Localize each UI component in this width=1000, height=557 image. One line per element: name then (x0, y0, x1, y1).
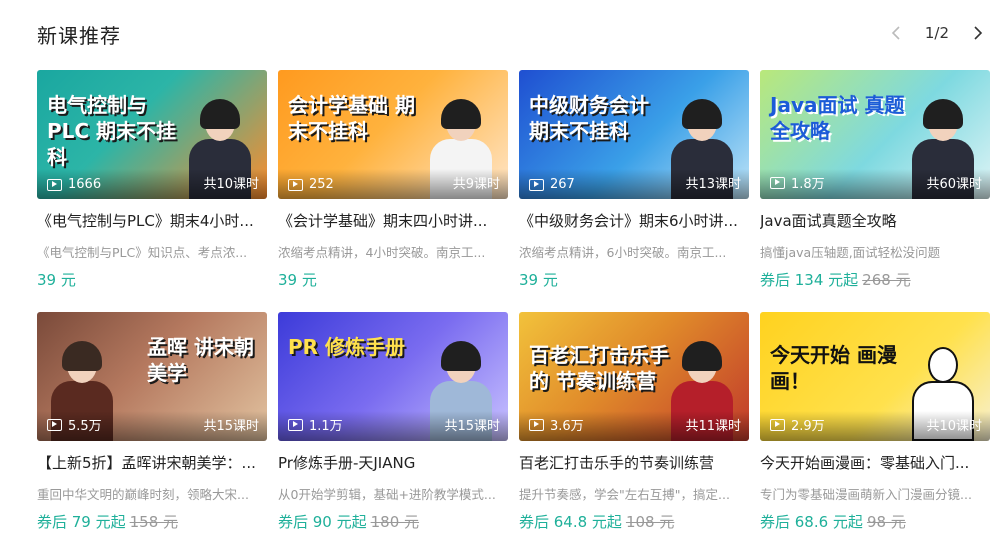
course-price: 39 元 (37, 269, 80, 290)
current-price: 券后 90 元起 (278, 513, 367, 531)
course-thumbnail[interactable]: 会计学基础 期末不挂科 252 共9课时 (278, 70, 508, 199)
course-thumbnail[interactable]: Java面试 真题全攻略 1.8万 共60课时 (760, 70, 990, 199)
original-price: 180 元 (370, 513, 420, 531)
course-price: 券后 79 元起 158 元 (37, 511, 178, 532)
lesson-count: 共10课时 (926, 419, 982, 434)
course-card[interactable]: Java面试 真题全攻略 1.8万 共60课时 Java面试真题全攻略 搞懂ja… (760, 70, 990, 295)
thumbnail-headline: 百老汇打击乐手的 节奏训练营 (529, 343, 669, 393)
view-count: 252 (288, 177, 334, 192)
original-price: 98 元 (866, 513, 906, 531)
course-title[interactable]: 今天开始画漫画：零基础入门... (760, 452, 990, 473)
course-description: 从0开始学剪辑，基础+进阶教学模式... (278, 487, 496, 502)
course-description: 提升节奏感，学会"左右互搏"，搞定... (519, 487, 730, 502)
view-count: 3.6万 (529, 415, 584, 434)
original-price: 158 元 (129, 513, 179, 531)
current-price: 券后 134 元起 (760, 271, 859, 289)
course-thumbnail[interactable]: 百老汇打击乐手的 节奏训练营 3.6万 共11课时 (519, 312, 749, 441)
play-icon (47, 178, 62, 191)
course-price: 39 元 (278, 269, 321, 290)
course-price: 券后 134 元起 268 元 (760, 269, 911, 290)
thumbnail-headline: 会计学基础 期末不挂科 (288, 93, 415, 143)
course-title[interactable]: 《会计学基础》期末四小时讲... (278, 210, 508, 231)
course-title[interactable]: Java面试真题全攻略 (760, 210, 990, 231)
pager: 1/2 (887, 22, 987, 44)
course-title[interactable]: 【上新5折】孟晖讲宋朝美学：... (37, 452, 267, 473)
lesson-count: 共13课时 (685, 177, 741, 192)
next-page-button[interactable] (969, 22, 987, 44)
play-icon (288, 418, 303, 431)
thumbnail-headline: Java面试 真题全攻略 (770, 93, 905, 143)
course-card[interactable]: 中级财务会计 期末不挂科 267 共13课时 《中级财务会计》期末6小时讲...… (519, 70, 749, 295)
course-price: 券后 90 元起 180 元 (278, 511, 419, 532)
course-thumbnail[interactable]: 今天开始 画漫画！ 2.9万 共10课时 (760, 312, 990, 441)
course-thumbnail[interactable]: 电气控制与PLC 期末不挂科 1666 共10课时 (37, 70, 267, 199)
course-description: 搞懂java压轴题,面试轻松没问题 (760, 245, 941, 260)
original-price: 108 元 (625, 513, 675, 531)
view-count: 5.5万 (47, 415, 102, 434)
current-price: 39 元 (278, 271, 317, 289)
course-price: 券后 68.6 元起 98 元 (760, 511, 906, 532)
chevron-right-icon (974, 26, 983, 40)
play-icon (529, 178, 544, 191)
lesson-count: 共15课时 (203, 419, 259, 434)
course-thumbnail[interactable]: PR 修炼手册 1.1万 共15课时 (278, 312, 508, 441)
thumbnail-headline: 中级财务会计 期末不挂科 (529, 93, 649, 143)
play-icon (770, 418, 785, 431)
current-price: 券后 79 元起 (37, 513, 126, 531)
thumbnail-headline: 孟晖 讲宋朝美学 (147, 335, 254, 385)
course-description: 浓缩考点精讲，4小时突破。南京工... (278, 245, 486, 260)
course-description: 浓缩考点精讲，6小时突破。南京工... (519, 245, 727, 260)
course-description: 《电气控制与PLC》知识点、考点浓... (37, 245, 248, 260)
course-description: 重回中华文明的巅峰时刻，领略大宋... (37, 487, 249, 502)
course-card[interactable]: 今天开始 画漫画！ 2.9万 共10课时 今天开始画漫画：零基础入门... 专门… (760, 312, 990, 537)
lesson-count: 共60课时 (926, 177, 982, 192)
current-price: 券后 64.8 元起 (519, 513, 622, 531)
prev-page-button[interactable] (887, 22, 905, 44)
thumbnail-headline: 电气控制与PLC 期末不挂科 (47, 93, 177, 169)
current-price: 39 元 (519, 271, 558, 289)
play-icon (770, 176, 785, 189)
course-card[interactable]: PR 修炼手册 1.1万 共15课时 Pr修炼手册-天JIANG 从0开始学剪辑… (278, 312, 508, 537)
course-title[interactable]: 《中级财务会计》期末6小时讲... (519, 210, 749, 231)
course-price: 39 元 (519, 269, 562, 290)
course-card[interactable]: 电气控制与PLC 期末不挂科 1666 共10课时 《电气控制与PLC》期末4小… (37, 70, 267, 295)
course-card[interactable]: 孟晖 讲宋朝美学 5.5万 共15课时 【上新5折】孟晖讲宋朝美学：... 重回… (37, 312, 267, 537)
chevron-left-icon (891, 26, 900, 40)
view-count: 1666 (47, 177, 101, 192)
page-indicator: 1/2 (924, 24, 949, 42)
course-thumbnail[interactable]: 中级财务会计 期末不挂科 267 共13课时 (519, 70, 749, 199)
lesson-count: 共9课时 (452, 177, 500, 192)
play-icon (529, 418, 544, 431)
thumbnail-headline: 今天开始 画漫画！ (770, 343, 897, 393)
play-icon (47, 418, 62, 431)
view-count: 2.9万 (770, 415, 825, 434)
lesson-count: 共11课时 (685, 419, 741, 434)
current-price: 39 元 (37, 271, 76, 289)
view-count: 267 (529, 177, 575, 192)
lesson-count: 共10课时 (203, 177, 259, 192)
play-icon (288, 178, 303, 191)
course-card[interactable]: 百老汇打击乐手的 节奏训练营 3.6万 共11课时 百老汇打击乐手的节奏训练营 … (519, 312, 749, 537)
section-title: 新课推荐 (37, 24, 121, 48)
course-thumbnail[interactable]: 孟晖 讲宋朝美学 5.5万 共15课时 (37, 312, 267, 441)
thumbnail-headline: PR 修炼手册 (288, 335, 406, 359)
course-title[interactable]: 《电气控制与PLC》期末4小时... (37, 210, 267, 231)
course-price: 券后 64.8 元起 108 元 (519, 511, 674, 532)
section-header: 新课推荐 1/2 (37, 18, 987, 50)
view-count: 1.8万 (770, 173, 825, 192)
original-price: 268 元 (862, 271, 911, 289)
view-count: 1.1万 (288, 415, 343, 434)
course-card[interactable]: 会计学基础 期末不挂科 252 共9课时 《会计学基础》期末四小时讲... 浓缩… (278, 70, 508, 295)
course-title[interactable]: 百老汇打击乐手的节奏训练营 (519, 452, 749, 473)
lesson-count: 共15课时 (444, 419, 500, 434)
current-price: 券后 68.6 元起 (760, 513, 863, 531)
course-description: 专门为零基础漫画萌新入门漫画分镜... (760, 487, 972, 502)
course-title[interactable]: Pr修炼手册-天JIANG (278, 452, 508, 473)
